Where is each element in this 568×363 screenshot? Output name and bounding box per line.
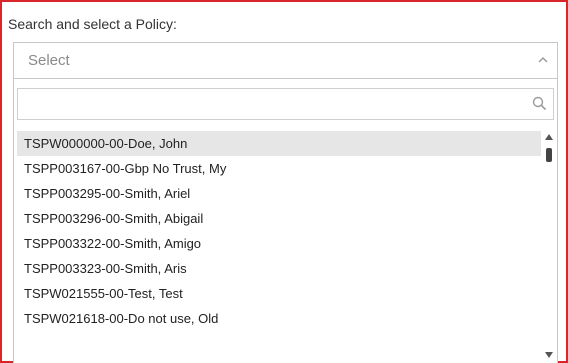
scroll-thumb[interactable] (546, 148, 552, 162)
policy-select[interactable]: Select (13, 42, 558, 79)
policy-search-input[interactable] (18, 89, 518, 119)
policy-search-box[interactable] (17, 88, 554, 120)
list-item[interactable]: TSPW021555-00-Test, Test (17, 281, 541, 306)
policy-list[interactable]: TSPW000000-00-Doe, John TSPP003167-00-Gb… (17, 131, 556, 363)
list-item[interactable]: TSPP003323-00-Smith, Aris (17, 256, 541, 281)
scroll-down-arrow-icon[interactable] (545, 352, 553, 358)
list-scrollbar[interactable] (542, 131, 556, 363)
policy-dropdown: TSPW000000-00-Doe, John TSPP003167-00-Gb… (13, 79, 558, 363)
chevron-up-icon[interactable] (537, 55, 549, 65)
list-item[interactable]: TSPP003296-00-Smith, Abigail (17, 206, 541, 231)
search-icon (532, 96, 547, 111)
select-placeholder: Select (28, 52, 70, 69)
list-item[interactable]: TSPW000000-00-Doe, John (17, 131, 541, 156)
list-item[interactable]: TSPP003167-00-Gbp No Trust, My (17, 156, 541, 181)
list-item[interactable]: TSPP003322-00-Smith, Amigo (17, 231, 541, 256)
policy-search-label: Search and select a Policy: (8, 16, 177, 32)
list-item[interactable]: TSPP003295-00-Smith, Ariel (17, 181, 541, 206)
list-item[interactable]: TSPW021618-00-Do not use, Old (17, 306, 541, 331)
scroll-up-arrow-icon[interactable] (545, 134, 553, 140)
